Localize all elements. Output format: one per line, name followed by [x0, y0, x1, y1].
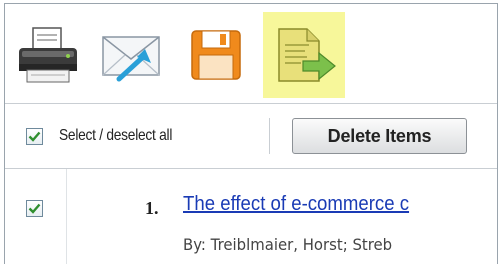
- result-title-link[interactable]: The effect of e-commerce c: [183, 193, 409, 216]
- email-button[interactable]: [95, 12, 169, 98]
- print-button[interactable]: [11, 12, 85, 98]
- export-document-icon: [278, 28, 336, 82]
- row-divider: [66, 169, 67, 264]
- result-row: 1. The effect of e-commerce c By: Treibl…: [5, 169, 497, 264]
- select-all-label[interactable]: Select / deselect all: [59, 127, 172, 145]
- floppy-disk-icon: [191, 30, 241, 80]
- checkmark-icon: [28, 203, 41, 214]
- folder-panel: Select / deselect all Delete Items 1. Th…: [4, 3, 498, 264]
- save-button[interactable]: [179, 12, 253, 98]
- delete-items-button[interactable]: Delete Items: [292, 118, 467, 154]
- selection-bar: Select / deselect all Delete Items: [5, 104, 497, 168]
- result-number: 1.: [145, 198, 159, 218]
- select-all-checkbox[interactable]: [26, 128, 43, 145]
- checkmark-icon: [28, 131, 41, 142]
- envelope-icon: [102, 36, 160, 82]
- result-authors: By: Treiblmaier, Horst; Streb: [183, 235, 393, 254]
- result-checkbox[interactable]: [26, 200, 43, 217]
- toolbar: [5, 4, 497, 103]
- selection-divider: [269, 118, 270, 154]
- printer-icon: [19, 27, 77, 83]
- export-button[interactable]: [263, 12, 345, 98]
